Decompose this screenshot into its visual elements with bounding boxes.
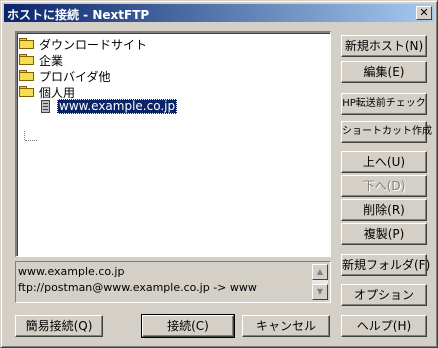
selected-host-label: www.example.co.jp bbox=[57, 99, 178, 114]
open-folder-icon bbox=[19, 86, 34, 97]
tree-connector-line bbox=[25, 140, 37, 141]
tree-folder-label: プロバイダ他 bbox=[39, 70, 111, 84]
folder-icon bbox=[19, 54, 34, 65]
tree-folder-label: ダウンロードサイト bbox=[39, 38, 148, 52]
info-host-name: www.example.co.jp bbox=[18, 265, 125, 278]
new-host-button[interactable]: 新規ホスト(N) bbox=[341, 35, 427, 57]
host-info-panel: www.example.co.jp ftp://postman@www.exam… bbox=[15, 261, 331, 303]
create-shortcut-button[interactable]: ショートカット作成 bbox=[341, 121, 432, 143]
tree-host-item[interactable]: www.example.co.jp bbox=[19, 99, 219, 115]
delete-button[interactable]: 削除(R) bbox=[341, 199, 427, 221]
server-icon bbox=[41, 100, 50, 113]
edit-button[interactable]: 編集(E) bbox=[341, 61, 427, 83]
folder-icon bbox=[19, 38, 34, 49]
connect-button[interactable]: 接続(C) bbox=[141, 314, 235, 338]
title-bar: ホストに接続 - NextFTP ✕ bbox=[4, 4, 434, 22]
hp-transfer-check-button[interactable]: HP転送前チェック bbox=[341, 93, 427, 115]
scroll-up-icon[interactable]: ▲ bbox=[312, 264, 328, 280]
quick-connect-button[interactable]: 簡易接続(Q) bbox=[15, 315, 103, 337]
move-down-button[interactable]: 下へ(D) bbox=[341, 175, 427, 197]
duplicate-button[interactable]: 複製(P) bbox=[341, 223, 427, 245]
options-button[interactable]: オプション bbox=[341, 284, 427, 306]
new-folder-button[interactable]: 新規フォルダ(F) bbox=[341, 254, 430, 276]
connect-dialog: ホストに接続 - NextFTP ✕ ダウンロードサイト 企業 プロバイダ他 個… bbox=[0, 0, 438, 348]
cancel-button[interactable]: キャンセル bbox=[242, 315, 330, 337]
tree-folder-label: 企業 bbox=[39, 54, 64, 68]
close-button[interactable]: ✕ bbox=[416, 6, 432, 20]
window-title: ホストに接続 - NextFTP bbox=[7, 8, 150, 22]
host-tree[interactable]: ダウンロードサイト 企業 プロバイダ他 個人用 www.example.co.j… bbox=[15, 31, 331, 257]
info-host-url: ftp://postman@www.example.co.jp -> www bbox=[18, 281, 257, 294]
folder-icon bbox=[19, 70, 34, 81]
info-scrollbar[interactable]: ▲ ▼ bbox=[312, 264, 328, 300]
tree-connector-line bbox=[24, 131, 25, 140]
move-up-button[interactable]: 上へ(U) bbox=[341, 151, 427, 173]
scroll-down-icon[interactable]: ▼ bbox=[312, 284, 328, 300]
help-button[interactable]: ヘルプ(H) bbox=[341, 315, 427, 337]
